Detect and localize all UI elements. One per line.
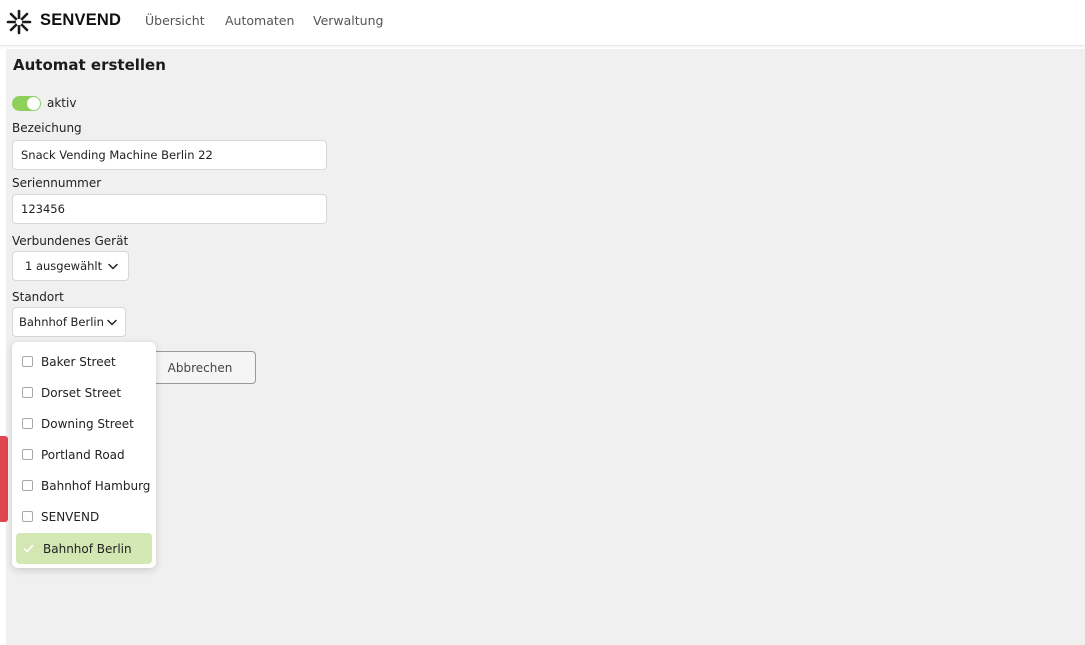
nav-link-administration[interactable]: Verwaltung: [313, 13, 383, 28]
location-label: Standort: [12, 290, 64, 304]
feedback-side-tab[interactable]: [0, 436, 8, 522]
location-option-label: Bahnhof Berlin: [43, 541, 132, 556]
active-toggle-label: aktiv: [47, 96, 77, 110]
location-option-label: Bahnhof Hamburg: [41, 478, 151, 493]
device-select[interactable]: 1 ausgewählt: [12, 251, 129, 281]
location-option-label: Downing Street: [41, 416, 134, 431]
name-input[interactable]: [12, 140, 327, 170]
location-option[interactable]: Baker Street: [16, 346, 152, 377]
location-option[interactable]: Downing Street: [16, 408, 152, 439]
location-option-label: SENVEND: [41, 509, 100, 524]
location-option[interactable]: Dorset Street: [16, 377, 152, 408]
location-dropdown-menu: Baker Street Dorset Street Downing Stree…: [12, 342, 156, 568]
device-select-value: 1 ausgewählt: [25, 259, 103, 273]
chevron-down-icon: [107, 319, 117, 325]
checkbox[interactable]: [22, 387, 33, 398]
device-label: Verbundenes Gerät: [12, 234, 129, 248]
location-option[interactable]: SENVEND: [16, 501, 152, 532]
top-navbar: SENVEND Übersicht Automaten Verwaltung: [0, 0, 1085, 46]
toggle-knob: [27, 97, 40, 110]
nav-link-overview[interactable]: Übersicht: [145, 13, 205, 28]
serial-label: Seriennummer: [12, 176, 102, 190]
logo-text[interactable]: SENVEND: [40, 11, 121, 30]
checkbox[interactable]: [22, 511, 33, 522]
location-select[interactable]: Bahnhof Berlin: [12, 307, 126, 337]
page-title: Automat erstellen: [13, 56, 166, 74]
location-option[interactable]: Portland Road: [16, 439, 152, 470]
serial-input[interactable]: [12, 194, 327, 224]
location-option-selected[interactable]: Bahnhof Berlin: [16, 533, 152, 564]
location-option-label: Dorset Street: [41, 385, 122, 400]
main-panel: Automat erstellen aktiv Bezeichung Serie…: [6, 49, 1085, 645]
checkbox[interactable]: [22, 418, 33, 429]
asterisk-logo-icon[interactable]: [6, 9, 32, 35]
active-toggle[interactable]: [12, 96, 41, 111]
name-label: Bezeichung: [12, 121, 82, 135]
location-option-label: Baker Street: [41, 354, 116, 369]
location-select-value: Bahnhof Berlin: [19, 315, 104, 329]
checkmark-icon[interactable]: [23, 543, 34, 554]
checkbox[interactable]: [22, 356, 33, 367]
checkbox[interactable]: [22, 449, 33, 460]
chevron-down-icon: [108, 263, 118, 269]
nav-link-machines[interactable]: Automaten: [225, 13, 294, 28]
checkbox[interactable]: [22, 480, 33, 491]
location-option[interactable]: Bahnhof Hamburg: [16, 470, 152, 501]
location-option-label: Portland Road: [41, 447, 125, 462]
cancel-button[interactable]: Abbrechen: [144, 351, 256, 384]
